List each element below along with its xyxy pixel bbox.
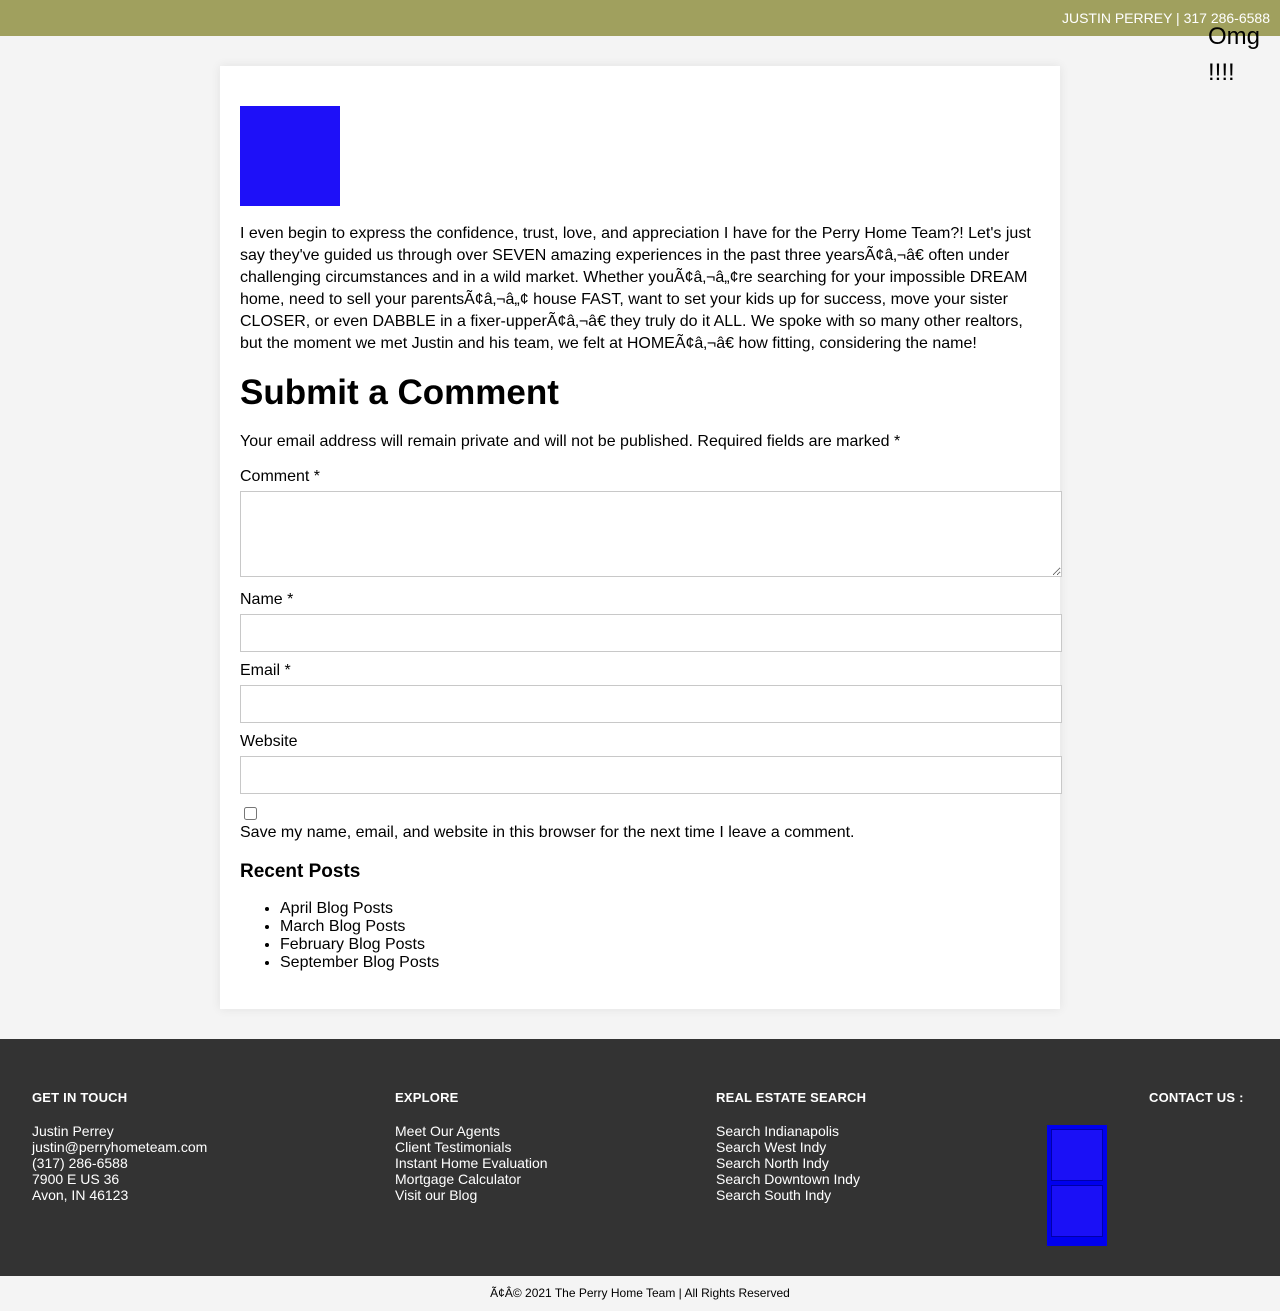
save-info-label: Save my name, email, and website in this… [240,824,855,841]
footer-link-search-west-indy[interactable]: Search West Indy [716,1139,866,1155]
footer-link-search-south-indy[interactable]: Search South Indy [716,1187,866,1203]
website-label: Website [240,733,298,750]
footer-contact-us: CONTACT US : [1149,1091,1244,1123]
recent-post-link[interactable]: February Blog Posts [280,936,439,954]
post-card: I even begin to express the confidence, … [220,66,1062,1009]
footer-real-estate-search: REAL ESTATE SEARCH Search Indianapolis S… [716,1090,867,1204]
recent-post-link[interactable]: March Blog Posts [280,918,439,936]
contact-address-line: Avon, IN 46123 [32,1187,129,1203]
name-label: Name * [240,591,294,608]
footer-heading: GET IN TOUCH [32,1090,128,1105]
recent-posts-list: April Blog Posts March Blog Posts Februa… [240,900,439,972]
privacy-note: Your email address will remain private a… [240,433,901,450]
comment-label: Comment * [240,468,321,485]
post-image [240,106,340,206]
footer-link-search-indianapolis[interactable]: Search Indianapolis [716,1123,866,1139]
social-icon[interactable] [1051,1185,1103,1237]
comment-form-title: Submit a Comment [240,373,559,412]
recent-post-link[interactable]: April Blog Posts [280,900,439,918]
footer-link-testimonials[interactable]: Client Testimonials [395,1139,548,1155]
footer-link-blog[interactable]: Visit our Blog [395,1187,548,1203]
social-icon[interactable] [1051,1129,1103,1181]
website-input[interactable] [240,756,1062,794]
social-icons-box [1047,1125,1107,1246]
save-info-checkbox[interactable] [244,807,257,820]
omg-overlay-text: Omg !!!! [1208,23,1261,86]
footer-link-search-north-indy[interactable]: Search North Indy [716,1155,866,1171]
copyright-text: Ã¢Â© 2021 The Perry Home Team | All Righ… [490,1286,790,1300]
comment-textarea[interactable] [240,491,1062,577]
footer-link-search-downtown-indy[interactable]: Search Downtown Indy [716,1171,866,1187]
footer-link-meet-agents[interactable]: Meet Our Agents [395,1123,548,1139]
footer-get-in-touch: GET IN TOUCH Justin Perrey justin@perryh… [32,1090,207,1204]
contact-phone[interactable]: (317) 286-6588 [32,1155,207,1171]
email-input[interactable] [240,685,1062,723]
name-input[interactable] [240,614,1062,652]
recent-posts-heading: Recent Posts [240,861,361,882]
contact-address-line: 7900 E US 36 [32,1171,120,1187]
footer: GET IN TOUCH Justin Perrey justin@perryh… [0,1039,1280,1276]
contact-name: Justin Perrey [32,1123,114,1139]
post-body-text: I even begin to express the confidence, … [240,225,1031,352]
footer-link-mortgage-calculator[interactable]: Mortgage Calculator [395,1171,548,1187]
footer-link-home-evaluation[interactable]: Instant Home Evaluation [395,1155,548,1171]
footer-heading: REAL ESTATE SEARCH [716,1090,867,1105]
recent-post-link[interactable]: September Blog Posts [280,954,439,972]
contact-email[interactable]: justin@perryhometeam.com [32,1139,207,1155]
footer-heading: EXPLORE [395,1090,459,1105]
email-label: Email * [240,662,291,679]
footer-heading: CONTACT US : [1149,1090,1244,1105]
top-bar: JUSTIN PERREY | 317 286-6588 [0,0,1280,36]
footer-explore: EXPLORE Meet Our Agents Client Testimoni… [395,1090,548,1204]
